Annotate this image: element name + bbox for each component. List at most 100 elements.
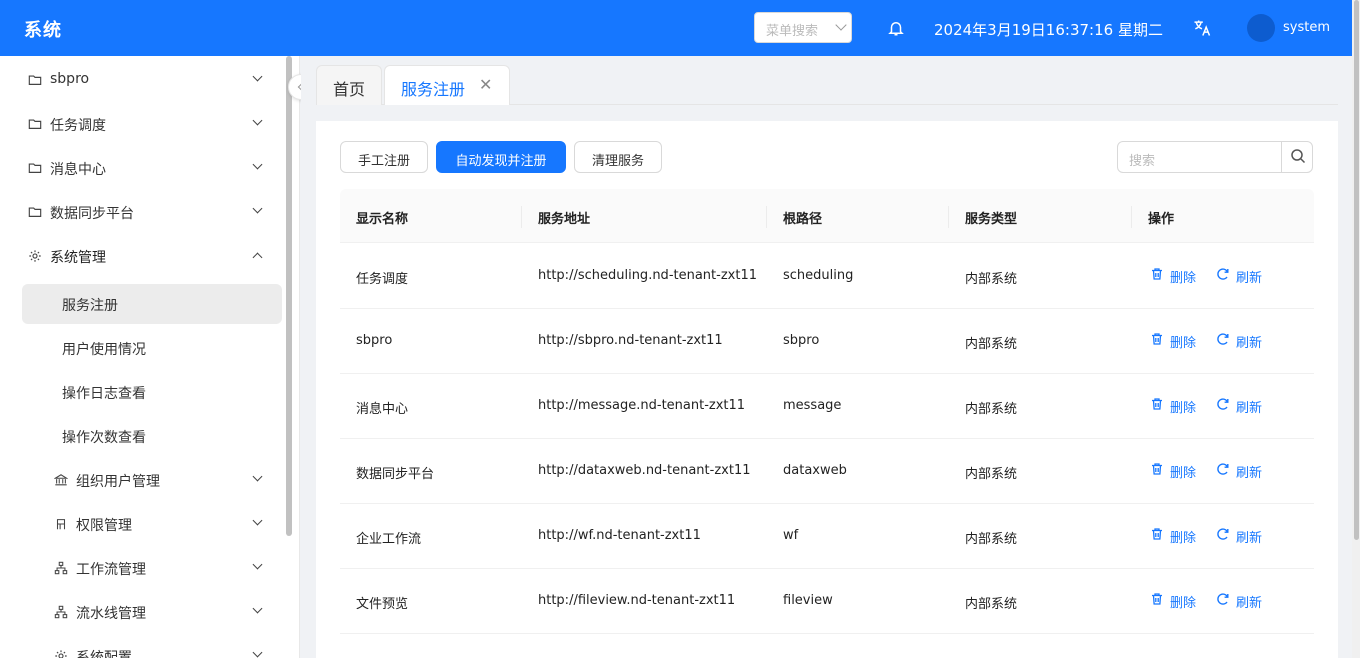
refresh-label: 刷新 [1236,336,1263,351]
refresh-icon [1217,333,1229,345]
refresh-label: 刷新 [1236,466,1263,481]
sidebar-item-user-usage[interactable]: 用户使用情况 [22,328,282,368]
refresh-label: 刷新 [1236,271,1263,286]
cell-name: 企业工作流 [356,532,422,547]
hierarchy-icon [54,561,68,575]
column-header-type: 服务类型 [965,212,1018,227]
sidebar-item-label: 权限管理 [76,518,132,534]
folder-icon [28,207,42,217]
hierarchy-icon [54,605,68,619]
sidebar-item-system-config[interactable]: 系统配置 [0,634,284,658]
clean-services-button[interactable]: 清理服务 [574,141,662,173]
user-avatar[interactable] [1247,14,1275,42]
sidebar-item-label: 消息中心 [50,162,106,178]
column-header-root: 根路径 [783,212,823,227]
delete-label: 删除 [1170,336,1197,351]
delete-label: 删除 [1170,596,1197,611]
cell-address: http://wf.nd-tenant-zxt11 [538,528,701,543]
sidebar-item-scheduling[interactable]: 任务调度 [0,102,284,146]
sidebar-item-label: 任务调度 [50,118,106,134]
search-icon [1291,149,1306,164]
sidebar-item-label: 系统管理 [50,250,106,266]
bank-icon [54,474,68,486]
column-header-address: 服务地址 [538,212,591,227]
refresh-icon [1217,268,1229,280]
username[interactable]: system [1283,20,1330,35]
sidebar-item-permissions[interactable]: 权限管理 [0,502,284,546]
chevron-down-icon [252,203,263,214]
column-header-name: 显示名称 [356,212,409,227]
table-row: 数据同步平台 http://dataxweb.nd-tenant-zxt11 dat… [340,439,1314,504]
table-row: 企业工作流 http://wf.nd-tenant-zxt11 wf 内部系统 删除 刷新 [340,504,1314,569]
sidebar-item-workflow[interactable]: 工作流管理 [0,546,284,590]
top-header: 系统 菜单搜索 2024年3月19日16:37:16 星期二 system [0,0,1360,56]
chevron-down-icon [252,559,263,570]
refresh-label: 刷新 [1236,531,1263,546]
folder-icon [28,163,42,173]
chevron-down-icon [252,115,263,126]
delete-icon [1152,398,1162,410]
menu-search-placeholder: 菜单搜索 [766,24,819,39]
gear-icon [29,250,41,262]
sidebar-item-datasync[interactable]: 数据同步平台 [0,190,284,234]
sidebar-item-label: 系统配置 [76,650,132,658]
refresh-icon [1217,593,1229,605]
sidebar-item-label: 用户使用情况 [62,342,146,358]
delete-icon [1152,333,1162,345]
sidebar-item-system-management[interactable]: 系统管理 [0,234,284,278]
table-row: 文件预览 http://fileview.nd-tenant-zxt11 filev… [340,569,1314,634]
cell-type: 内部系统 [965,532,1018,547]
delete-icon [1152,593,1162,605]
cell-type: 内部系统 [965,272,1018,287]
page-scrollbar[interactable] [1352,0,1360,658]
sidebar-item-pipeline[interactable]: 流水线管理 [0,590,284,634]
chevron-down-icon [835,19,847,31]
sidebar-item-service-registry[interactable]: 服务注册 [22,284,282,324]
sidebar-item-org-users[interactable]: 组织用户管理 [0,458,284,502]
cell-address: http://fileview.nd-tenant-zxt11 [538,593,736,608]
manual-register-button[interactable]: 手工注册 [340,141,428,173]
refresh-icon [1217,398,1229,410]
tab-label: 服务注册 [401,80,466,99]
refresh-label: 刷新 [1236,596,1263,611]
app-brand: 系统 [24,20,62,41]
chevron-down-icon [252,647,263,658]
sidebar-item-label: 服务注册 [62,298,118,314]
table-row: sbpro http://sbpro.nd-tenant-zxt11 sbpro 内部… [340,309,1314,374]
cell-name: 消息中心 [356,402,409,417]
chevron-down-icon [252,159,263,170]
cell-address: http://message.nd-tenant-zxt11 [538,398,746,413]
sidebar-item-label: 组织用户管理 [76,474,160,490]
sidebar-item-operation-logs[interactable]: 操作日志查看 [22,372,282,412]
sidebar-item-message[interactable]: 消息中心 [0,146,284,190]
sidebar-item-sbpro[interactable]: sbpro [0,58,284,102]
cell-root: message [783,398,842,413]
refresh-icon [1217,528,1229,540]
delete-label: 删除 [1170,271,1197,286]
refresh-icon [1217,463,1229,475]
search-input[interactable]: 搜索 [1117,141,1313,173]
cell-type: 内部系统 [965,337,1018,352]
cell-type: 内部系统 [965,402,1018,417]
tab-home[interactable]: 首页 [316,65,382,105]
folder-icon [28,119,42,129]
refresh-label: 刷新 [1236,401,1263,416]
cell-address: http://dataxweb.nd-tenant-zxt11 [538,463,751,478]
search-placeholder: 搜索 [1129,154,1156,169]
chevron-down-icon [252,71,263,82]
table-header: 显示名称 服务地址 根路径 服务类型 操作 [340,189,1314,243]
search-button[interactable] [1281,141,1314,173]
sidebar: sbpro 任务调度 消息中心 数据同步平台 系统管理 服务注册 用户使用情况 … [0,56,300,658]
translate-icon[interactable] [1192,18,1212,38]
bell-icon[interactable] [887,19,905,37]
tab-service-registry[interactable]: 服务注册 ✕ [384,65,510,105]
menu-search-select[interactable]: 菜单搜索 [754,12,852,43]
sidebar-item-operation-counts[interactable]: 操作次数查看 [22,416,282,456]
auto-discover-register-button[interactable]: 自动发现并注册 [436,141,566,173]
delete-icon [1152,528,1162,540]
delete-icon [1152,268,1162,280]
sidebar-item-label: sbpro [50,71,90,87]
delete-label: 删除 [1170,401,1197,416]
sidebar-scrollbar[interactable] [286,56,292,536]
close-icon[interactable]: ✕ [479,75,492,94]
